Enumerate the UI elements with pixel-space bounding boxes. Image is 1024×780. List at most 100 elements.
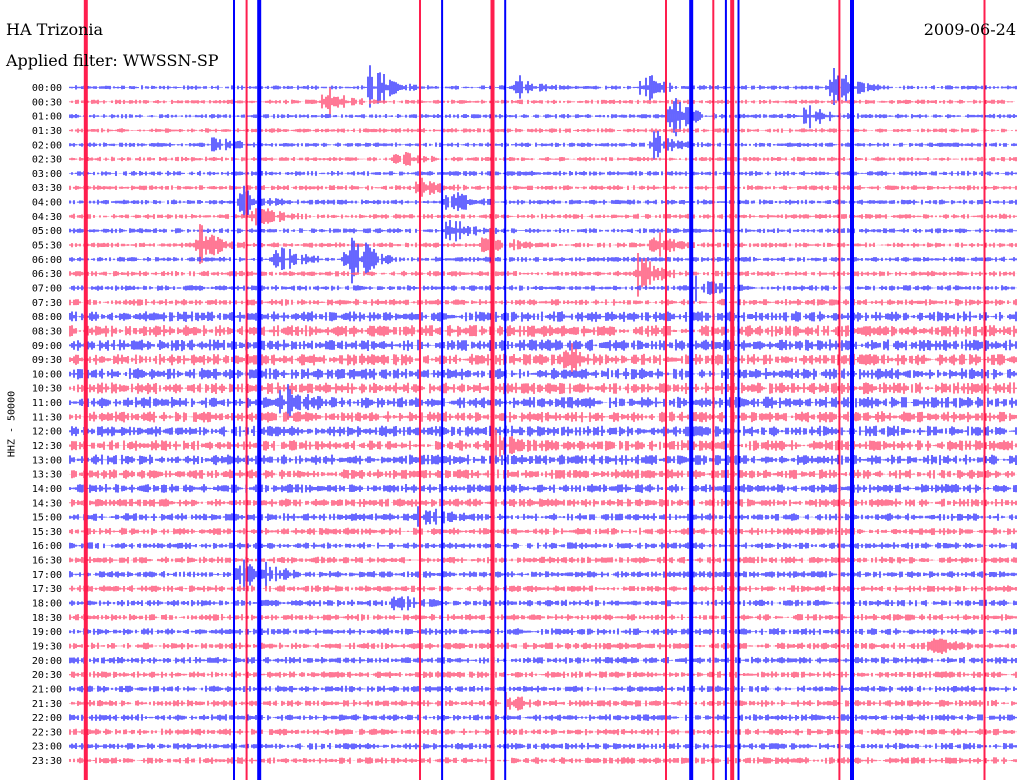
time-label: 01:00 xyxy=(32,112,62,123)
trace-row-1400 xyxy=(69,484,1017,493)
time-label: 15:30 xyxy=(32,527,62,538)
trace-row-2230 xyxy=(69,728,1017,736)
spike-line-13 xyxy=(737,0,740,780)
time-label: 04:00 xyxy=(32,198,62,209)
trace-row-1030 xyxy=(69,382,1017,395)
trace-row-0730 xyxy=(69,298,1017,306)
spike-line-0 xyxy=(83,0,88,780)
time-label: 07:00 xyxy=(32,284,62,295)
trace-row-0430 xyxy=(69,207,1017,226)
time-label: 02:30 xyxy=(32,155,62,166)
trace-row-1700 xyxy=(69,559,1017,591)
trace-row-1430 xyxy=(69,498,1017,507)
trace-row-2330 xyxy=(69,757,1017,764)
time-label: 17:30 xyxy=(32,584,62,595)
time-label: 13:00 xyxy=(32,455,62,466)
trace-row-0200 xyxy=(69,131,1017,160)
time-label: 03:30 xyxy=(32,183,62,194)
time-label: 21:00 xyxy=(32,684,62,695)
trace-row-1200 xyxy=(69,425,1017,437)
trace-row-0030 xyxy=(69,87,1015,115)
time-label: 06:30 xyxy=(32,269,62,280)
spike-line-14 xyxy=(838,0,841,780)
time-label: 22:30 xyxy=(32,727,62,738)
time-label: 19:30 xyxy=(32,642,62,653)
trace-group xyxy=(69,0,1017,780)
trace-row-1130 xyxy=(69,411,1017,423)
trace-row-1300 xyxy=(69,454,1017,466)
time-label: 23:00 xyxy=(32,742,62,753)
trace-row-1630 xyxy=(69,556,1017,564)
trace-row-1600 xyxy=(69,542,1017,550)
time-label: 10:30 xyxy=(32,384,62,395)
time-label: 07:30 xyxy=(32,298,62,309)
time-label: 11:00 xyxy=(32,398,62,409)
time-label: 09:30 xyxy=(32,355,62,366)
time-label: 16:00 xyxy=(32,541,62,552)
station-name: HA Trizonia xyxy=(6,20,104,39)
helicorder-plot: 00:00 00:30 01:00 01:30 02:00 02:30 03:00 03:30… xyxy=(32,0,1017,780)
trace-row-0700 xyxy=(69,275,1017,302)
spike-line-7 xyxy=(504,0,507,780)
trace-row-2200 xyxy=(69,714,1017,721)
trace-row-0800 xyxy=(69,311,1017,322)
time-label: 13:30 xyxy=(32,470,62,481)
time-label: 18:30 xyxy=(32,613,62,624)
time-label: 04:30 xyxy=(32,212,62,223)
channel-label-text: HHZ - 50000 xyxy=(6,390,18,458)
time-label: 05:00 xyxy=(32,226,62,237)
time-label: 20:00 xyxy=(32,656,62,667)
trace-row-0230 xyxy=(69,152,1017,166)
time-label: 03:00 xyxy=(32,169,62,180)
trace-row-1000 xyxy=(69,368,1017,380)
spike-line-11 xyxy=(724,0,727,780)
time-label: 12:30 xyxy=(32,441,62,452)
trace-row-1830 xyxy=(69,614,1017,621)
time-label: 02:00 xyxy=(32,140,62,151)
time-label: 23:30 xyxy=(32,756,62,767)
trace-row-0300 xyxy=(69,170,1017,176)
spike-line-6 xyxy=(490,0,495,780)
spike-line-12 xyxy=(730,0,735,780)
trace-row-0130 xyxy=(69,128,1017,133)
time-label: 22:00 xyxy=(32,713,62,724)
time-label: 05:30 xyxy=(32,241,62,252)
trace-row-2000 xyxy=(69,656,1017,664)
spike-line-2 xyxy=(245,0,248,780)
time-label: 17:00 xyxy=(32,570,62,581)
trace-row-1900 xyxy=(69,628,1017,635)
time-label: 18:00 xyxy=(32,599,62,610)
time-label: 20:30 xyxy=(32,670,62,681)
time-label: 14:30 xyxy=(32,498,62,509)
spike-line-3 xyxy=(257,0,262,780)
trace-row-1330 xyxy=(69,469,1017,479)
trace-row-1530 xyxy=(69,527,1017,536)
time-label: 19:00 xyxy=(32,627,62,638)
time-label: 06:00 xyxy=(32,255,62,266)
time-label: 08:00 xyxy=(32,312,62,323)
time-label: 21:30 xyxy=(32,699,62,710)
spike-line-16 xyxy=(983,0,986,780)
trace-row-1800 xyxy=(69,596,1017,611)
filter-label: Applied filter: WWSSN-SP xyxy=(6,51,219,70)
time-label: 11:30 xyxy=(32,412,62,423)
time-label: 00:30 xyxy=(32,97,62,108)
helicorder-page: HA Trizonia 2009-06-24 Applied filter: W… xyxy=(0,0,1024,780)
trace-row-0900 xyxy=(69,339,1017,352)
record-date: 2009-06-24 xyxy=(923,20,1016,39)
trace-row-0400 xyxy=(69,185,1017,217)
trace-row-1500 xyxy=(69,506,1017,527)
trace-row-2130 xyxy=(69,692,1017,716)
time-label: 16:30 xyxy=(32,556,62,567)
time-label: 01:30 xyxy=(32,126,62,137)
trace-row-1730 xyxy=(69,585,1017,593)
spike-line-10 xyxy=(712,0,715,780)
time-label: 14:00 xyxy=(32,484,62,495)
time-label: 08:30 xyxy=(32,326,62,337)
spike-line-8 xyxy=(665,0,667,780)
time-label: 12:00 xyxy=(32,427,62,438)
spike-line-9 xyxy=(689,0,694,780)
time-label: 00:00 xyxy=(32,83,62,94)
spike-line-1 xyxy=(233,0,235,780)
trace-row-2100 xyxy=(69,685,1017,693)
